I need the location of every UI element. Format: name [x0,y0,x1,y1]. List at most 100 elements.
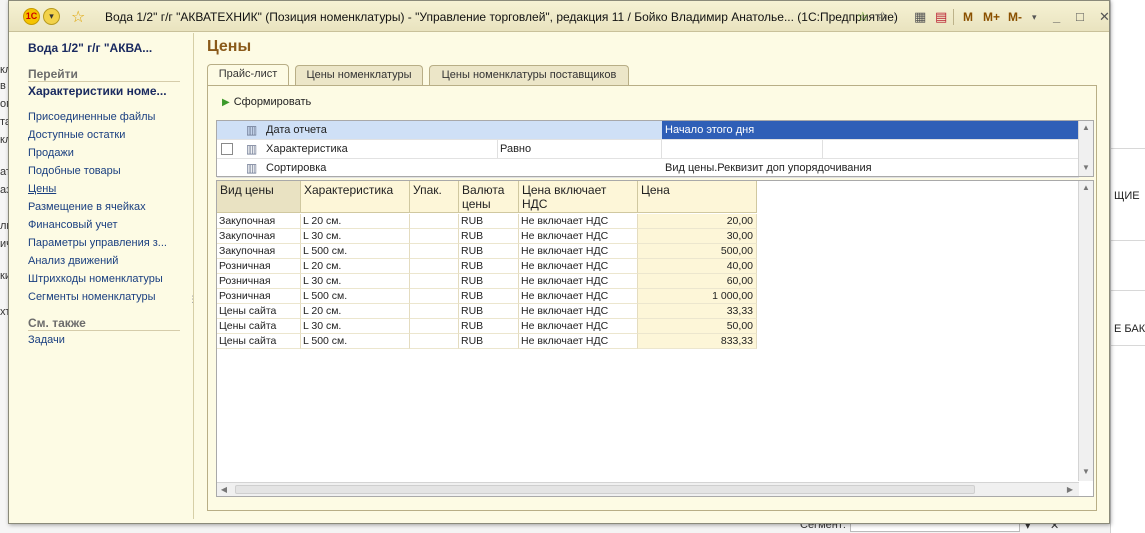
cell-package [410,334,459,349]
bookmark-icon[interactable]: ✩ [877,8,888,26]
nav-item-prices[interactable]: Цены [28,183,56,195]
setting-value[interactable] [662,140,1079,158]
cell-price-type: Розничная [217,274,301,289]
cell-price: 60,00 [638,274,757,289]
cell-price-type: Розничная [217,289,301,304]
main-menu-icon[interactable]: ▾ [43,8,60,25]
settings-row[interactable]: ▥ Характеристика Равно [217,140,1079,159]
column-header-vat[interactable]: Цена включает НДС [519,181,638,213]
setting-value[interactable]: Начало этого дня [662,121,1079,139]
title-bar: 1С ▾ ☆ Вода 1/2" г/г "АКВАТЕХНИК" (Позиц… [9,1,1110,32]
tab-item-prices[interactable]: Цены номенклатуры [295,65,423,85]
generate-button[interactable]: ▶ Сформировать [222,96,311,108]
add-favorite-icon[interactable]: ☆ [857,8,869,26]
nav-section-see-also: См. также [28,316,86,330]
nav-item-segments[interactable]: Сегменты номенклатуры [28,291,156,303]
cell-vat: Не включает НДС [519,244,638,259]
memory-plus-button[interactable]: M+ [983,8,1000,26]
app-logo-icon[interactable]: 1С [23,8,40,25]
nav-item-movement-analysis[interactable]: Анализ движений [28,255,118,267]
cell-vat: Не включает НДС [519,274,638,289]
settings-scrollbar[interactable]: ▲ ▼ [1078,121,1093,176]
cell-vat: Не включает НДС [519,259,638,274]
settings-row[interactable]: ▥ Дата отчета Начало этого дня [217,121,1079,140]
item-window: 1С ▾ ☆ Вода 1/2" г/г "АКВАТЕХНИК" (Позиц… [8,0,1110,524]
tab-price-list[interactable]: Прайс-лист [207,64,289,86]
settings-row[interactable]: ▥ Сортировка Вид цены.Реквизит доп упоря… [217,159,1079,178]
scroll-down-icon[interactable]: ▼ [1079,161,1093,175]
setting-value[interactable]: Вид цены.Реквизит доп упорядочивания [662,159,1079,177]
nav-item-financial-accounting[interactable]: Финансовый учет [28,219,118,231]
setting-name: Дата отчета [266,124,327,136]
table-horizontal-scrollbar[interactable]: ◀ ▶ [217,482,1079,496]
cell-vat: Не включает НДС [519,289,638,304]
cell-price-type: Цены сайта [217,304,301,319]
nav-item-tasks[interactable]: Задачи [28,334,65,346]
column-header-price-type[interactable]: Вид цены [217,181,301,213]
generate-button-label: Сформировать [233,96,312,108]
minimize-icon[interactable]: _ [1053,8,1060,26]
navigation-panel: Вода 1/2" г/г "АКВА... Перейти Характери… [18,33,197,519]
scroll-down-icon[interactable]: ▼ [1079,465,1093,479]
calendar-icon[interactable]: ▤ [935,8,947,26]
cell-characteristic: L 20 см. [301,304,410,319]
calculator-icon[interactable]: ▦ [914,8,926,26]
scroll-thumb[interactable] [235,485,975,494]
cell-currency: RUB [459,259,519,274]
cell-package [410,214,459,229]
price-list-panel: ▶ Сформировать ▥ Дата отчета Начало этого… [207,85,1097,511]
scroll-up-icon[interactable]: ▲ [1079,181,1093,195]
separator-icon: : [893,9,897,24]
nav-item-characteristics[interactable]: Характеристики номе... [28,84,167,98]
nav-item-similar-goods[interactable]: Подобные товары [28,165,121,177]
cell-price: 30,00 [638,229,757,244]
column-header-currency[interactable]: Валюта цены [459,181,519,213]
scroll-left-icon[interactable]: ◀ [217,483,231,496]
nav-item-available-stock[interactable]: Доступные остатки [28,129,125,141]
divider [1111,290,1145,291]
column-header-price[interactable]: Цена [638,181,757,213]
memory-m-button[interactable]: M [963,8,973,26]
cell-package [410,229,459,244]
setting-name: Сортировка [266,162,327,174]
cell-characteristic: L 30 см. [301,274,410,289]
cell-vat: Не включает НДС [519,319,638,334]
setting-name: Характеристика [266,143,348,155]
table-vertical-scrollbar[interactable]: ▲ ▼ [1078,181,1093,481]
nav-item-title[interactable]: Вода 1/2" г/г "АКВА... [28,41,152,55]
cell-price-type: Закупочная [217,214,301,229]
setting-condition[interactable]: Равно [500,143,531,155]
cell-price: 20,00 [638,214,757,229]
tab-supplier-prices[interactable]: Цены номенклатуры поставщиков [429,65,629,85]
cell-price: 1 000,00 [638,289,757,304]
background-right-panel: ЩИЕ Е БАК [1110,0,1145,533]
divider [822,140,823,158]
favorite-star-icon[interactable]: ☆ [71,7,85,27]
scroll-up-icon[interactable]: ▲ [1079,121,1093,135]
scroll-right-icon[interactable]: ▶ [1063,483,1077,496]
setting-checkbox[interactable] [221,143,233,155]
nav-item-attached-files[interactable]: Присоединенные файлы [28,111,155,123]
background-text: ЩИЕ [1114,190,1140,202]
cell-package [410,304,459,319]
column-header-package[interactable]: Упак. [410,181,459,213]
cell-characteristic: L 500 см. [301,244,410,259]
nav-section-goto: Перейти [28,67,78,81]
nav-item-management-params[interactable]: Параметры управления з... [28,237,167,249]
nav-item-cell-placement[interactable]: Размещение в ячейках [28,201,146,213]
maximize-icon[interactable]: □ [1076,8,1084,26]
cell-characteristic: L 500 см. [301,334,410,349]
memory-minus-button[interactable]: M- [1008,8,1022,26]
close-icon[interactable]: ✕ [1099,8,1110,26]
divider [28,330,180,331]
cell-package [410,289,459,304]
toolbar-dropdown-icon[interactable]: ▾ [1032,8,1037,26]
calendar-param-icon: ▥ [246,123,258,137]
nav-item-sales[interactable]: Продажи [28,147,74,159]
cell-price: 33,33 [638,304,757,319]
column-header-characteristic[interactable]: Характеристика [301,181,410,213]
cell-price: 833,33 [638,334,757,349]
cell-price: 40,00 [638,259,757,274]
background-text: Е БАК [1114,323,1145,335]
nav-item-barcodes[interactable]: Штрихкоды номенклатуры [28,273,163,285]
